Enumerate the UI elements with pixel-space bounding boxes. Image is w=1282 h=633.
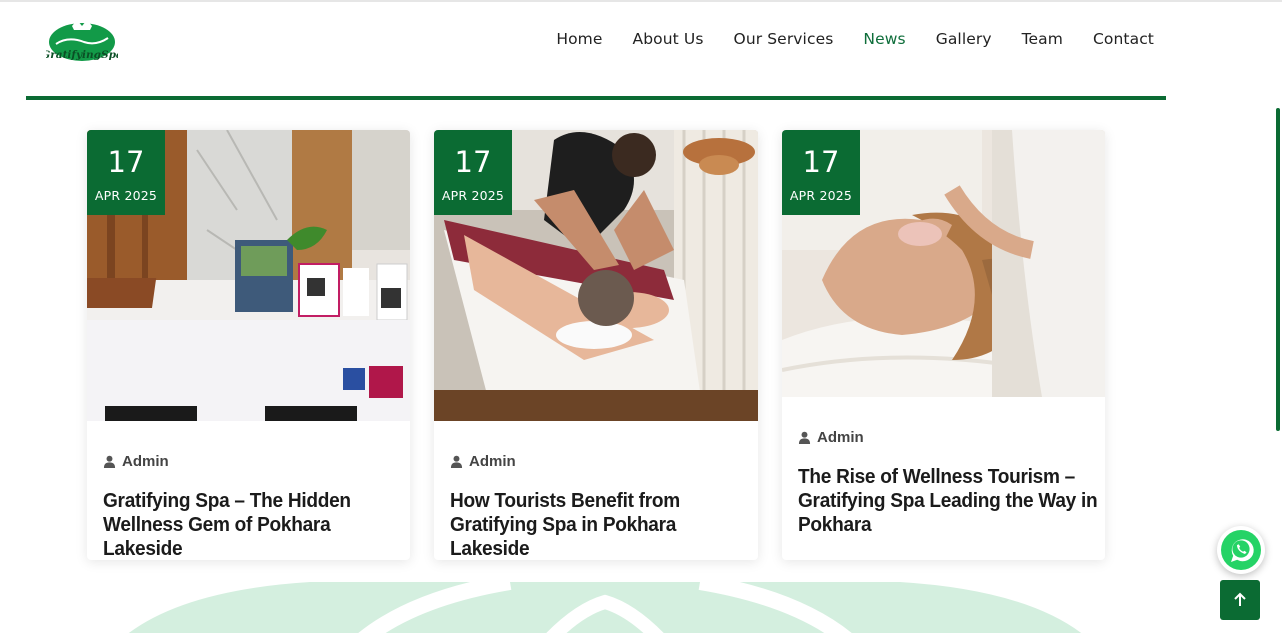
nav-team[interactable]: Team <box>1022 30 1063 48</box>
date-day: 17 <box>802 145 840 179</box>
author-name: Admin <box>469 453 516 470</box>
nav-our-services[interactable]: Our Services <box>734 30 834 48</box>
date-badge-2: 17 APR 2025 <box>434 130 512 215</box>
header-divider <box>26 96 1166 100</box>
news-card-2[interactable]: 17 APR 2025 Admin How Tourists Benefit f… <box>434 130 758 560</box>
post-title-1[interactable]: Gratifying Spa – The Hidden Wellness Gem… <box>103 489 410 560</box>
user-icon <box>450 455 463 468</box>
post-author-1[interactable]: Admin <box>103 453 169 470</box>
news-card-1[interactable]: 17 APR 2025 Admin Gratifying Spa – The H… <box>87 130 410 560</box>
date-day: 17 <box>107 145 145 179</box>
post-author-2[interactable]: Admin <box>450 453 516 470</box>
date-month: APR 2025 <box>441 188 505 203</box>
main-nav: Home About Us Our Services News Gallery … <box>556 30 1154 48</box>
post-title-3[interactable]: The Rise of Wellness Tourism – Gratifyin… <box>798 465 1105 537</box>
svg-text:GratifyingSpa: GratifyingSpa <box>46 49 118 61</box>
nav-gallery[interactable]: Gallery <box>936 30 992 48</box>
nav-home[interactable]: Home <box>556 30 602 48</box>
page-scrollbar[interactable] <box>1276 108 1280 431</box>
watermark-logo <box>128 582 1082 633</box>
user-icon <box>103 455 116 468</box>
post-title-2[interactable]: How Tourists Benefit from Gratifying Spa… <box>450 489 757 560</box>
whatsapp-icon <box>1221 530 1261 570</box>
nav-news[interactable]: News <box>863 30 905 48</box>
date-badge-3: 17 APR 2025 <box>782 130 860 215</box>
arrow-up-icon <box>1234 592 1246 606</box>
top-border <box>0 0 1282 2</box>
nav-contact[interactable]: Contact <box>1093 30 1154 48</box>
author-name: Admin <box>817 429 864 446</box>
post-author-3[interactable]: Admin <box>798 429 864 446</box>
date-month: APR 2025 <box>94 188 158 203</box>
page: GratifyingSpa Home About Us Our Services… <box>0 0 1282 633</box>
user-icon <box>798 431 811 444</box>
news-card-3[interactable]: 17 APR 2025 Admin The Rise of Wellness T… <box>782 130 1105 560</box>
date-month: APR 2025 <box>789 188 853 203</box>
date-day: 17 <box>454 145 492 179</box>
scroll-top-button[interactable] <box>1220 580 1260 620</box>
date-badge-1: 17 APR 2025 <box>87 130 165 215</box>
author-name: Admin <box>122 453 169 470</box>
nav-about-us[interactable]: About Us <box>633 30 704 48</box>
site-logo[interactable]: GratifyingSpa <box>41 18 123 64</box>
whatsapp-button[interactable] <box>1217 526 1265 574</box>
